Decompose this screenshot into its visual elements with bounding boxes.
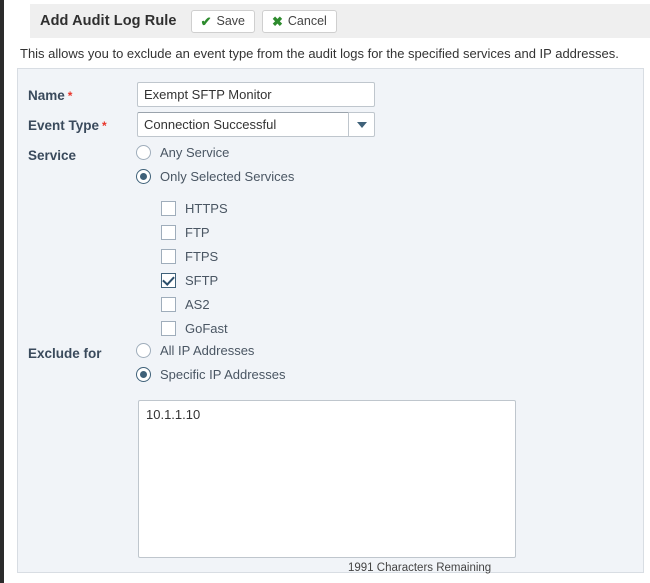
event-type-select[interactable]: Connection Successful — [137, 112, 375, 137]
checkbox-indicator — [161, 201, 176, 216]
radio-only-selected-services[interactable]: Only Selected Services — [136, 169, 294, 184]
event-type-label: Event Type * — [28, 118, 107, 133]
cancel-button-label: Cancel — [287, 14, 327, 28]
radio-any-service[interactable]: Any Service — [136, 145, 229, 160]
checkbox-indicator — [161, 297, 176, 312]
checkbox-gofast[interactable]: GoFast — [161, 321, 228, 336]
radio-indicator — [136, 169, 151, 184]
checkbox-https[interactable]: HTTPS — [161, 201, 228, 216]
cancel-button[interactable]: ✖ Cancel — [261, 9, 337, 33]
service-label: Service — [28, 148, 77, 163]
required-marker: * — [67, 89, 73, 103]
exclude-for-label: Exclude for — [28, 346, 102, 361]
radio-only-selected-services-label: Only Selected Services — [160, 169, 295, 184]
checkbox-indicator — [161, 273, 176, 288]
page-toolbar: Add Audit Log Rule ✔ Save ✖ Cancel — [30, 4, 650, 38]
x-icon: ✖ — [271, 13, 283, 29]
chevron-down-icon — [356, 121, 367, 128]
checkbox-indicator — [161, 321, 176, 336]
form-panel: Name* Event Type* Connection Successful … — [17, 68, 644, 574]
radio-any-service-label: Any Service — [160, 145, 230, 160]
required-marker: * — [102, 119, 107, 133]
radio-indicator — [136, 343, 151, 358]
name-input[interactable] — [137, 82, 375, 107]
save-button[interactable]: ✔ Save — [190, 9, 255, 33]
event-type-dropdown-button[interactable] — [349, 112, 375, 137]
checkbox-ftps[interactable]: FTPS — [161, 249, 218, 264]
checkbox-indicator — [161, 225, 176, 240]
checkbox-indicator — [161, 249, 176, 264]
checkbox-ftp-label: FTP — [185, 225, 210, 240]
checkbox-https-label: HTTPS — [185, 201, 228, 216]
audit-log-rule-page: Add Audit Log Rule ✔ Save ✖ Cancel This … — [0, 0, 650, 583]
radio-specific-ip-addresses[interactable]: Specific IP Addresses — [136, 367, 286, 382]
checkbox-sftp[interactable]: SFTP — [161, 273, 218, 288]
radio-specific-ip-addresses-label: Specific IP Addresses — [160, 367, 286, 382]
characters-remaining-label: 1991 Characters Remaining — [348, 562, 492, 574]
checkbox-gofast-label: GoFast — [185, 321, 228, 336]
page-description: This allows you to exclude an event type… — [20, 46, 619, 61]
save-button-label: Save — [216, 14, 245, 28]
check-icon: ✔ — [200, 13, 212, 29]
checkbox-ftp[interactable]: FTP — [161, 225, 210, 240]
checkbox-ftps-label: FTPS — [185, 249, 219, 264]
radio-indicator — [136, 145, 151, 160]
ip-addresses-textarea[interactable] — [138, 400, 516, 558]
name-label: Name * — [28, 88, 73, 103]
checkbox-sftp-label: SFTP — [185, 273, 219, 288]
page-title: Add Audit Log Rule — [40, 13, 177, 29]
radio-all-ip-addresses-label: All IP Addresses — [160, 343, 255, 358]
checkbox-as2[interactable]: AS2 — [161, 297, 210, 312]
checkbox-as2-label: AS2 — [185, 297, 210, 312]
radio-all-ip-addresses[interactable]: All IP Addresses — [136, 343, 254, 358]
event-type-select-value: Connection Successful — [137, 112, 349, 137]
radio-indicator — [136, 367, 151, 382]
